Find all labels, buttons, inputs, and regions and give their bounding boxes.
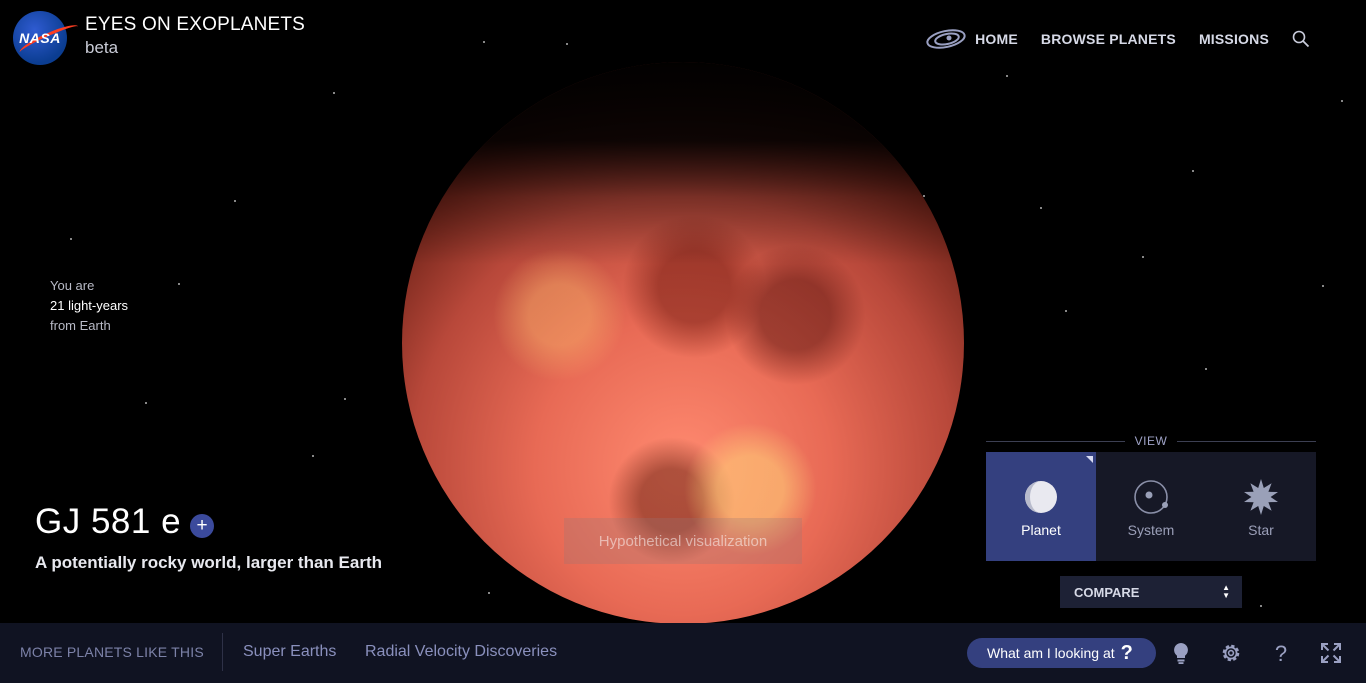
view-divider [986,440,1125,442]
nav-missions[interactable]: MISSIONS [1199,31,1269,47]
svg-text:?: ? [1275,641,1287,665]
nav-home[interactable]: HOME [975,31,1018,47]
nav-browse-planets[interactable]: BROWSE PLANETS [1041,31,1176,47]
distance-info: You are 21 light-years from Earth [50,276,128,336]
question-icon: ? [1120,641,1133,664]
compare-label: COMPARE [1074,584,1140,600]
bottom-divider [222,633,223,671]
view-label: VIEW [1134,434,1168,448]
eyes-galaxy-icon[interactable] [925,26,967,52]
fullscreen-icon[interactable] [1319,641,1343,665]
distance-line-1: You are [50,278,95,293]
gear-icon[interactable] [1219,641,1243,665]
site-subtitle: beta [85,38,119,57]
looking-label: What am I looking at [987,645,1115,661]
view-option-system[interactable]: System [1096,452,1206,561]
help-icon[interactable]: ? [1269,641,1293,665]
view-option-label: Planet [1021,522,1061,538]
planet-name: GJ 581 e [35,502,182,541]
view-divider [1177,440,1317,442]
compare-dropdown[interactable]: COMPARE ▲ ▼ [1060,576,1242,608]
planet-info-button[interactable]: + [190,514,214,538]
distance-value: 21 light-years [50,298,129,313]
category-super-earths[interactable]: Super Earths [243,643,336,661]
nasa-logo[interactable]: NASA [13,11,81,65]
view-selector: Planet System Star [986,452,1316,561]
view-option-planet[interactable]: Planet [986,452,1096,561]
what-am-i-looking-at-button[interactable]: What am I looking at ? [967,638,1156,668]
star-icon [1244,479,1278,515]
distance-line-3: from Earth [50,318,111,333]
site-title[interactable]: EYES ON EXOPLANETS [85,14,305,36]
nasa-logo-text: NASA [19,30,61,46]
hypothetical-visualization-label: Hypothetical visualization [564,518,802,564]
view-option-label: Star [1248,522,1274,538]
category-radial-velocity[interactable]: Radial Velocity Discoveries [365,643,557,661]
view-header: VIEW [986,432,1317,450]
planet-icon [1025,481,1057,513]
planet-description: A potentially rocky world, larger than E… [35,553,382,572]
system-icon [1134,480,1168,514]
active-corner-indicator [1086,456,1093,463]
bottom-bar: MORE PLANETS LIKE THIS Super Earths Radi… [0,623,1366,683]
lightbulb-icon[interactable] [1169,641,1193,665]
search-icon[interactable] [1291,29,1311,49]
more-planets-label: MORE PLANETS LIKE THIS [20,644,204,660]
top-nav: HOME BROWSE PLANETS MISSIONS [925,26,1311,52]
view-option-star[interactable]: Star [1206,452,1316,561]
view-option-label: System [1127,522,1175,538]
dropdown-arrows-icon: ▲ ▼ [1222,583,1230,600]
